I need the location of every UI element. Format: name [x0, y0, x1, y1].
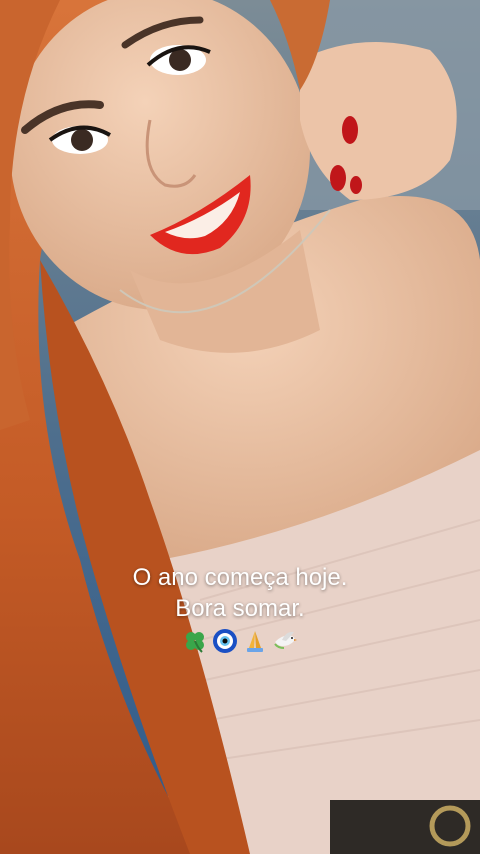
nazar-eye-icon [213, 629, 237, 653]
caption-line-1: O ano começa hoje. [132, 564, 348, 591]
selfie-photo [0, 0, 480, 854]
caption-line-2: Bora somar. [175, 595, 305, 622]
story-viewer[interactable]: O ano começa hoje. Bora somar. [0, 0, 480, 854]
emoji-row [0, 628, 480, 654]
four-leaf-clover-icon [186, 632, 204, 653]
dove-icon [274, 631, 297, 649]
praying-hands-icon [247, 631, 263, 652]
story-caption: O ano começa hoje. Bora somar. [0, 562, 480, 654]
